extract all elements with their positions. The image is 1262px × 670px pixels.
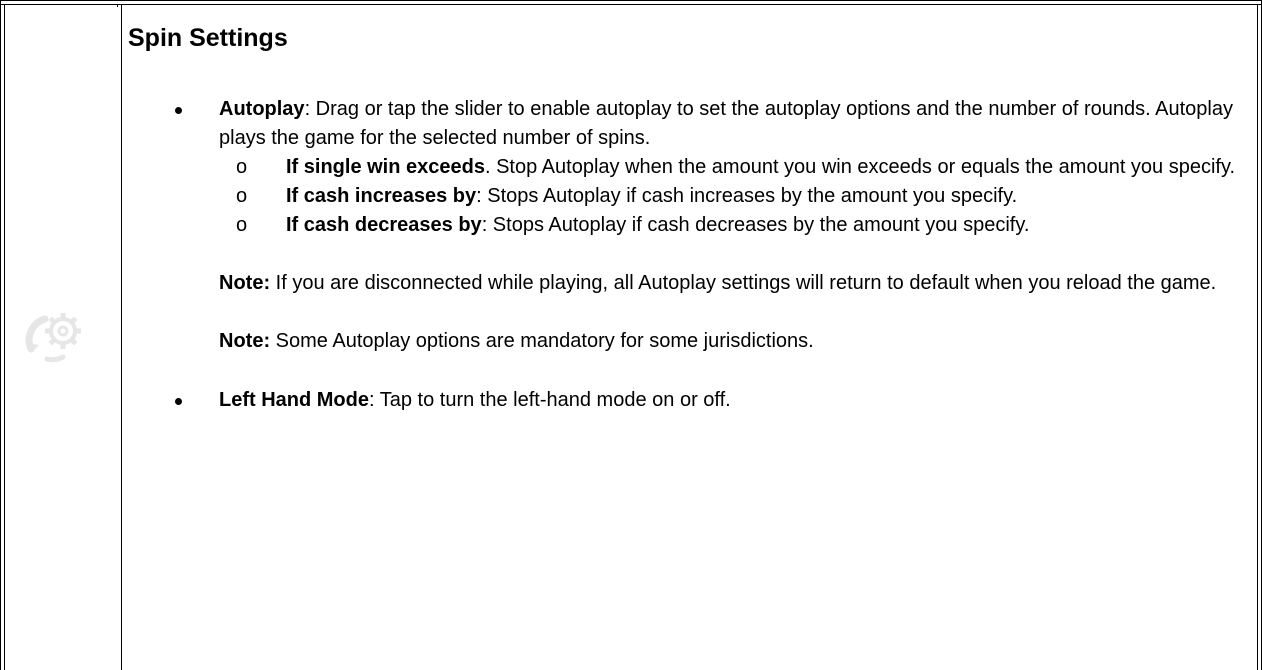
sub-item-cash-decreases: o If cash decreases by: Stops Autoplay i… [219,211,1252,240]
autoplay-options-list: o If single win exceeds. Stop Autoplay w… [219,153,1252,240]
left-hand-mode-term: Left Hand Mode [219,389,369,411]
note-text: If you are disconnected while playing, a… [270,272,1217,294]
left-hand-mode-description: Left Hand Mode: Tap to turn the left-han… [219,386,1252,415]
cash-increases-term: If cash increases by [286,185,477,207]
border-left-outer [0,0,1,670]
single-win-text: . Stop Autoplay when the amount you win … [484,156,1236,178]
sub-bullet-icon: o [236,214,248,236]
cash-increases-text: : Stops Autoplay if cash increases by th… [476,185,1018,207]
content-cell: Spin Settings Autoplay: Drag or tap the … [128,7,1252,415]
autoplay-description: Autoplay: Drag or tap the slider to enab… [219,95,1252,153]
cell-divider-right [121,4,122,670]
border-left-inner [4,4,5,670]
sub-item-single-win: o If single win exceeds. Stop Autoplay w… [219,153,1252,182]
note-mandatory: Note: Some Autoplay options are mandator… [219,327,1252,356]
single-win-term: If single win exceeds [286,156,485,178]
left-hand-mode-text: : Tap to turn the left-hand mode on or o… [369,389,731,411]
border-top-inner [0,4,1262,5]
autoplay-text: : Drag or tap the slider to enable autop… [219,98,1233,149]
list-item-left-hand-mode: Left Hand Mode: Tap to turn the left-han… [128,386,1252,415]
settings-list: Autoplay: Drag or tap the slider to enab… [128,95,1252,415]
spin-settings-icon [25,313,81,363]
cash-decreases-text: : Stops Autoplay if cash decreases by th… [481,214,1030,236]
border-top-outer [0,0,1262,1]
bullet-icon [175,107,182,114]
sub-item-cash-increases: o If cash increases by: Stops Autoplay i… [219,182,1252,211]
icon-cell [7,7,118,670]
cash-decreases-term: If cash decreases by [286,214,482,236]
list-item-autoplay: Autoplay: Drag or tap the slider to enab… [128,95,1252,386]
section-title: Spin Settings [128,24,288,52]
note-label: Note: [219,272,271,294]
note-text: Some Autoplay options are mandatory for … [270,330,814,352]
sub-bullet-icon: o [236,185,248,207]
border-right-inner [1257,4,1258,670]
autoplay-term: Autoplay [219,98,305,120]
note-disconnect: Note: If you are disconnected while play… [219,269,1252,298]
sub-bullet-icon: o [236,156,248,178]
bullet-icon [175,398,182,405]
note-label: Note: [219,330,271,352]
